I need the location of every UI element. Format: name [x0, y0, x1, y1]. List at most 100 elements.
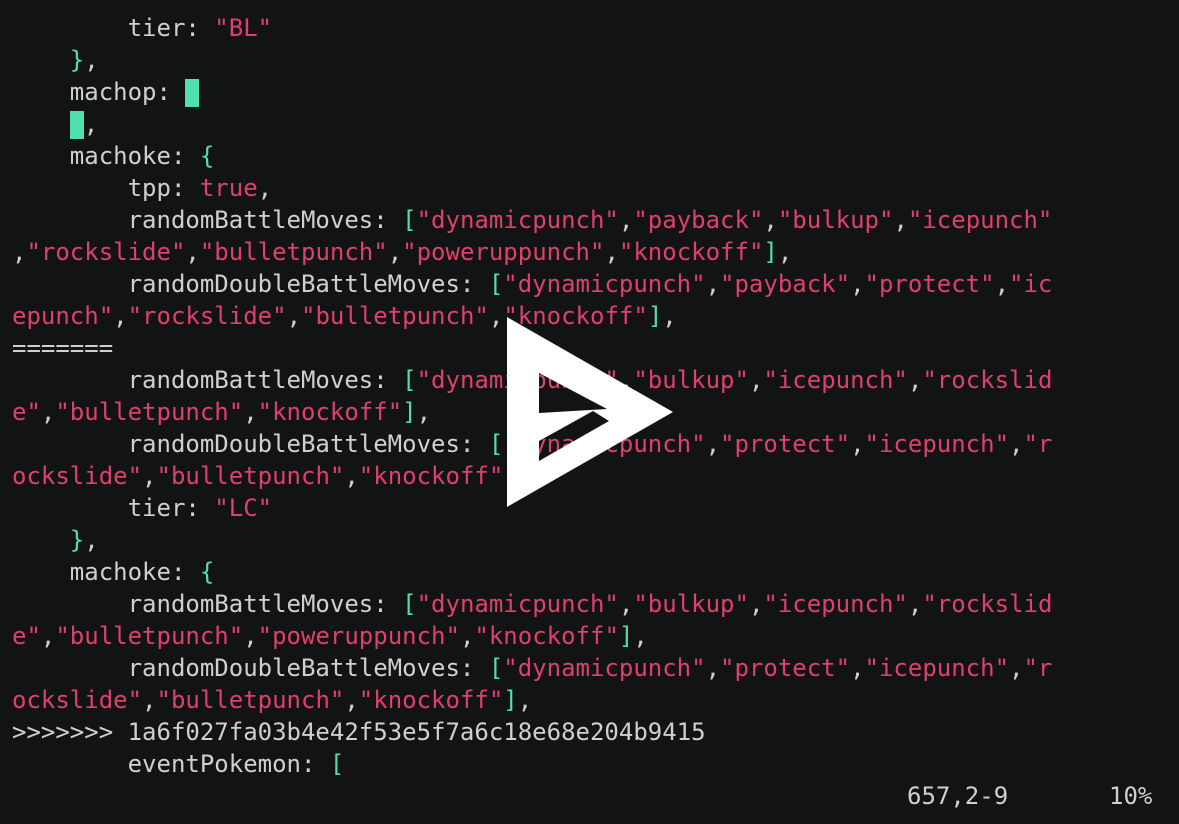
- bracket-token: [: [402, 206, 417, 234]
- string-token: "poweruppunch": [257, 622, 460, 650]
- code-line: ,: [12, 108, 1172, 140]
- string-token: "bulletpunch": [199, 238, 388, 266]
- code-token: ,: [618, 590, 634, 618]
- code-token: ,: [113, 302, 128, 330]
- string-token: "bulkup": [777, 206, 894, 234]
- bracket-token: {: [199, 558, 215, 586]
- code-token: ,: [83, 110, 99, 138]
- code-line: >>>>>>> 1a6f027fa03b4e42f53e5f7a6c18e68e…: [12, 716, 1172, 748]
- play-icon[interactable]: [505, 315, 675, 510]
- code-token: randomBattleMoves:: [12, 590, 403, 618]
- code-line: randomBattleMoves: ["dynamicpunch","bulk…: [12, 588, 1172, 620]
- string-token: true: [199, 174, 258, 202]
- code-token: ,: [907, 590, 923, 618]
- bracket-token: [: [488, 654, 504, 682]
- code-token: ,: [1009, 654, 1024, 682]
- string-token: "dynamicpunch": [416, 206, 619, 234]
- code-token: randomDoubleBattleMoves:: [12, 430, 489, 458]
- string-token: "rockslid: [922, 366, 1053, 394]
- bracket-token: ]: [763, 238, 778, 266]
- bracket-token: ]: [618, 622, 634, 650]
- code-token: randomDoubleBattleMoves:: [12, 270, 489, 298]
- text-cursor: [69, 111, 84, 139]
- code-line: tpp: true,: [12, 172, 1172, 204]
- code-token: ,: [618, 206, 634, 234]
- code-token: ,: [40, 622, 56, 650]
- string-token: "icepunch": [763, 590, 908, 618]
- bracket-token: [: [329, 750, 345, 778]
- code-token: ,: [850, 430, 865, 458]
- string-token: "knockoff": [618, 238, 764, 266]
- code-token: tier:: [12, 14, 215, 42]
- string-token: e": [12, 398, 41, 426]
- string-token: epunch": [12, 302, 114, 330]
- string-token: "poweruppunch": [402, 238, 605, 266]
- string-token: "bulletpunch": [55, 622, 244, 650]
- code-token: ,: [850, 654, 865, 682]
- code-token: ,: [907, 366, 923, 394]
- string-token: "payback": [633, 206, 764, 234]
- code-line: randomBattleMoves: ["dynamicpunch","payb…: [12, 204, 1172, 236]
- string-token: "rockslide": [26, 238, 186, 266]
- string-token: "knockoff": [358, 462, 504, 490]
- code-token: ,: [286, 302, 302, 330]
- code-token: ,: [344, 462, 359, 490]
- string-token: "dynamicpunch": [503, 654, 706, 682]
- code-token: ,: [705, 430, 721, 458]
- code-token: ,: [1009, 430, 1024, 458]
- code-token: ,: [488, 302, 504, 330]
- code-token: ,: [748, 366, 764, 394]
- code-line: eventPokemon: [: [12, 748, 1172, 780]
- code-line: ,"rockslide","bulletpunch","poweruppunch…: [12, 236, 1172, 268]
- code-token: ,: [142, 462, 157, 490]
- code-line: },: [12, 524, 1172, 556]
- code-token: ,: [243, 622, 258, 650]
- string-token: "rockslid: [922, 590, 1053, 618]
- bracket-token: [: [402, 366, 417, 394]
- string-token: "bulletpunch": [301, 302, 489, 330]
- bracket-token: {: [199, 142, 215, 170]
- code-line: randomDoubleBattleMoves: ["dynamicpunch"…: [12, 652, 1172, 684]
- string-token: "protect": [720, 654, 851, 682]
- code-token: ,: [84, 46, 99, 74]
- code-token: randomDoubleBattleMoves:: [12, 654, 489, 682]
- bracket-token: ]: [503, 686, 518, 714]
- play-icon-graphic: [507, 317, 673, 507]
- string-token: e": [12, 622, 41, 650]
- code-token: ,: [705, 270, 721, 298]
- string-token: "knockoff": [358, 686, 504, 714]
- string-token: "payback": [720, 270, 851, 298]
- string-token: "bulletpunch": [55, 398, 244, 426]
- code-token: ,: [459, 622, 475, 650]
- code-token: ,: [705, 654, 721, 682]
- string-token: "knockoff": [474, 622, 619, 650]
- editor-status-bar: 657,2-9 10%: [12, 780, 1172, 812]
- string-token: "bulletpunch": [156, 462, 345, 490]
- code-token: ,: [633, 622, 648, 650]
- bracket-token: [: [488, 270, 504, 298]
- string-token: "icepunch": [864, 430, 1010, 458]
- code-token: tpp:: [12, 174, 200, 202]
- code-token: ,: [40, 398, 56, 426]
- string-token: "ic: [1009, 270, 1053, 298]
- cursor-position: 657,2-9: [907, 782, 1009, 810]
- string-token: "dynamicpunch": [416, 590, 619, 618]
- code-line: machoke: {: [12, 556, 1172, 588]
- code-token: eventPokemon:: [12, 750, 330, 778]
- string-token: "protect": [864, 270, 995, 298]
- string-token: "bulletpunch": [156, 686, 345, 714]
- code-token: ,: [517, 686, 533, 714]
- bracket-token: ]: [402, 398, 417, 426]
- code-token: ,: [604, 238, 619, 266]
- code-token: tier:: [12, 494, 215, 522]
- code-token: randomBattleMoves:: [12, 206, 403, 234]
- code-token: ,: [748, 590, 764, 618]
- code-token: ,: [344, 686, 359, 714]
- code-token: ,: [850, 270, 865, 298]
- code-token: >>>>>>> 1a6f027fa03b4e42f53e5f7a6c18e68e…: [12, 718, 706, 746]
- string-token: "LC": [214, 494, 273, 522]
- string-token: "bulkup": [633, 590, 749, 618]
- code-token: ,: [12, 238, 27, 266]
